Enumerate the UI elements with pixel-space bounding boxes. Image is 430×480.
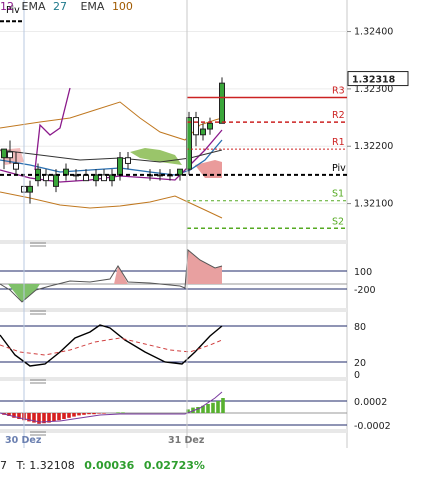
candle-body [7,151,13,159]
macd-bar [67,413,71,418]
current-price-label: 1.32318 [352,75,396,86]
pivot-label-r2: R2 [332,110,345,121]
price-tick-label: 1.32200 [354,141,393,152]
price-tick-label: 1.32100 [354,199,393,210]
candle-body [193,117,199,136]
macd-bar [211,402,215,413]
status-prefix: 7 [0,459,7,472]
date-label-30-dez: 30 Dez [5,435,42,446]
candle-body [1,148,7,159]
macd-bar [82,413,86,415]
stoch-tick-80: 80 [354,322,366,333]
stochastic-panel: 80 200 [0,322,366,381]
macd-bar [87,413,91,415]
macd-bar [97,413,101,414]
macd-bar [116,412,120,413]
macd-bar [52,413,56,422]
candle-body [13,162,19,170]
panel-separators [0,240,347,436]
macd-bar [216,401,220,413]
cci-pos-fill-2 [185,250,222,284]
status-bar: 7 T: 1.32108 0.00036 0.02723% [0,456,430,476]
date-label-31-dez: 31 Dez [168,435,205,446]
macd-bar [62,413,66,419]
candle-body [200,128,206,136]
macd-bar [121,412,125,413]
macd-bar [77,413,81,416]
candle-body [117,157,123,176]
chart-root: Piv R3 R2 R1 Piv S1 S2 1.32400 1.32300 1.32200 1.… [0,0,430,476]
candle-body [53,174,59,187]
candle-body [27,185,33,193]
pivot-label-r3: R3 [332,85,345,96]
candle-body [219,82,225,124]
macd-bar [72,413,76,417]
price-axis: 1.324001.323001.322001.321001.32318 [347,27,409,210]
ema-27-prefix: EMA [21,0,46,13]
macd-bar [221,398,225,413]
ema-100-prefix: EMA [80,0,105,13]
candle-body [207,122,213,130]
candle-body [125,157,131,164]
ema-12-label: 12 [0,0,14,13]
cci-tick-100: 100 [354,267,372,278]
ema-100-label: 100 [111,0,133,13]
pivot-label-piv: Piv [332,163,346,174]
chart-canvas[interactable]: PivR3R2R1PivS1S2 1.324001.323001.322001.… [0,0,430,476]
cci-tick-neg200: -200 [354,285,376,296]
pivot-label-s1: S1 [332,189,344,200]
price-tick-label: 1.32400 [354,27,393,38]
macd-bar [206,404,210,413]
ema-27-label: 27 [52,0,67,13]
macd-tick-neg: -0.0002 [354,421,391,432]
macd-bar [92,413,96,415]
stoch-k-line [0,324,223,367]
macd-bar [102,413,106,414]
status-change-pct: 0.02723% [143,459,205,472]
status-tick: T: 1.32108 [16,459,75,472]
macd-bar [57,413,61,421]
indicator-legend: 12 EMA 27 EMA 100 [0,0,137,14]
macd-tick-pos: 0.0002 [354,397,387,408]
status-change-abs: 0.00036 [84,459,135,472]
stoch-d-line [0,337,223,356]
cci-panel: 100 -200 [0,248,376,303]
macd-panel: 0.0002 -0.0002 [0,391,391,432]
stoch-tick-20: 20 [354,358,366,369]
pivot-label-r1: R1 [332,137,345,148]
pivot-label-s2: S2 [332,216,344,227]
stoch-tick-0: 0 [354,370,360,381]
